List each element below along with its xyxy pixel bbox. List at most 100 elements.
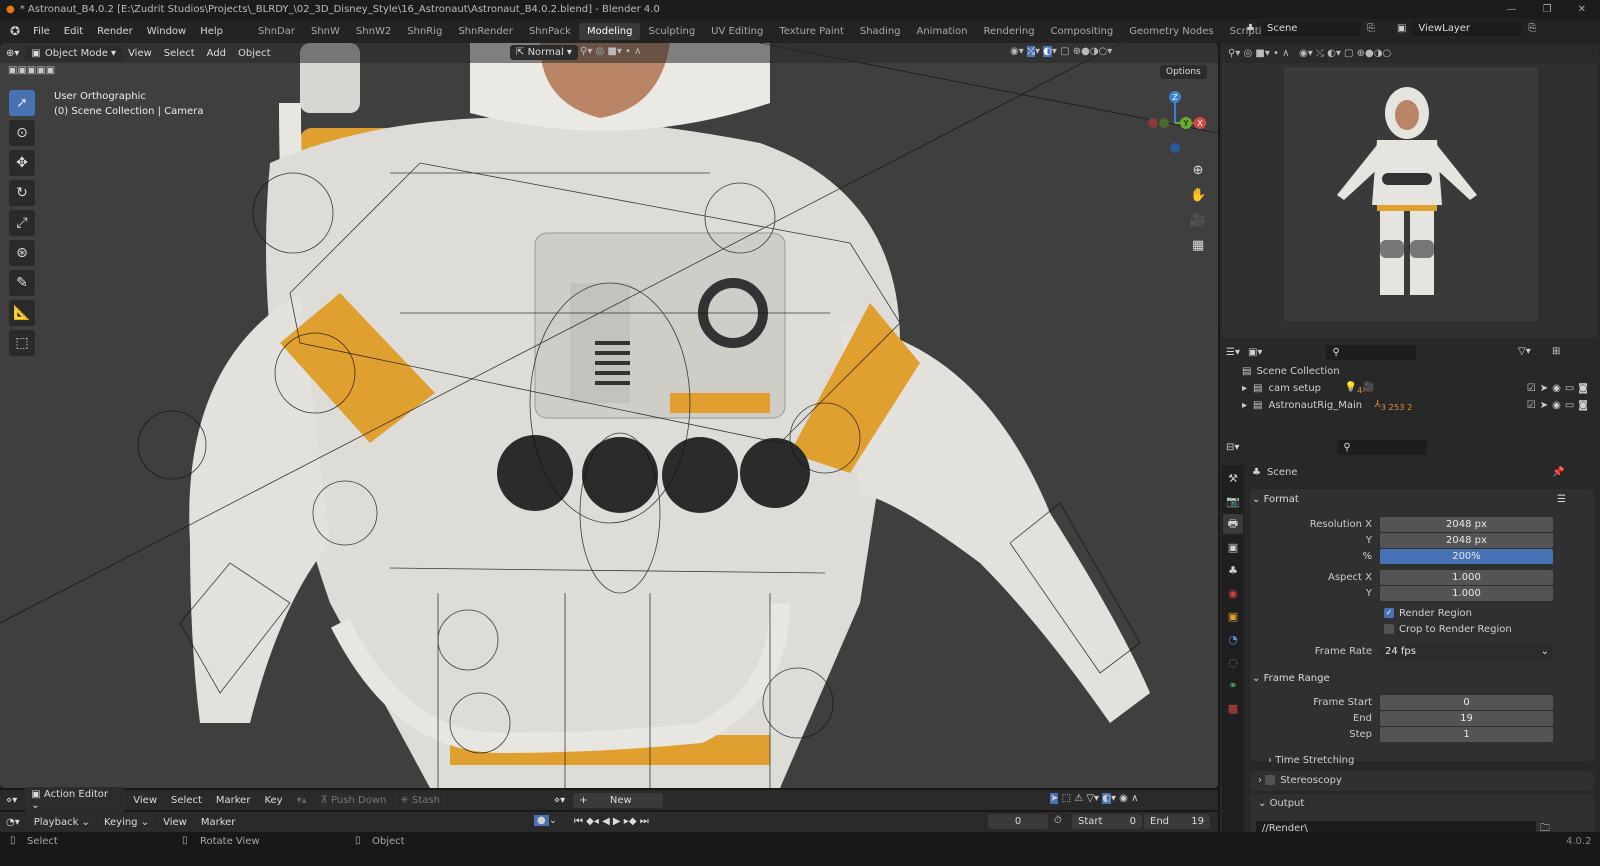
transform-orientation-dropdown[interactable]: ⇱ Normal ▾ xyxy=(510,45,578,60)
crop-to-render-region-checkbox[interactable]: Crop to Render Region xyxy=(1384,624,1512,635)
rotate-tool-icon[interactable]: ↻ xyxy=(9,180,35,206)
current-frame-field[interactable]: 0 xyxy=(988,814,1048,829)
resolution-x-field[interactable]: 2048 px xyxy=(1380,517,1553,532)
scene-collection-label[interactable]: Scene Collection xyxy=(1256,366,1339,377)
tab-compositing[interactable]: Compositing xyxy=(1043,23,1122,40)
editor-mode-dropdown[interactable]: ▣ Action Editor ⌄ xyxy=(25,787,126,813)
view-layer-selector[interactable]: ViewLayer xyxy=(1412,21,1523,36)
playback-controls[interactable]: ⏮ ◆◂ ◀ ▶ ▸◆ ⏭ xyxy=(568,814,655,829)
action-browse-icon[interactable]: ⋄▾ xyxy=(548,795,571,806)
menu-select[interactable]: Select xyxy=(158,48,201,59)
menu-object[interactable]: Object xyxy=(232,48,277,59)
menu-select[interactable]: Select xyxy=(165,795,208,806)
layer-arrows-icon[interactable]: ▾▴ xyxy=(291,795,313,806)
physics-tab-icon[interactable]: ◌ xyxy=(1223,652,1243,672)
stopwatch-icon[interactable]: ⏱ xyxy=(1054,815,1062,826)
view-layer-filter-icon[interactable]: ▣▾ xyxy=(1248,347,1262,358)
tab-uv-editing[interactable]: UV Editing xyxy=(703,23,771,40)
add-cube-tool-icon[interactable]: ⬚ xyxy=(9,330,35,356)
scene-selector[interactable]: Scene xyxy=(1260,21,1361,36)
render-tab-icon[interactable]: 📷 xyxy=(1223,491,1243,511)
tab-sculpting[interactable]: Sculpting xyxy=(640,23,703,40)
select-tool-icon[interactable]: ➚ xyxy=(9,90,35,116)
pin-icon[interactable]: 📌 xyxy=(1552,467,1564,478)
editor-type-icon[interactable]: ⊟▾ xyxy=(1226,442,1239,453)
menu-render[interactable]: Render xyxy=(90,26,140,37)
camera-view-icon[interactable]: 🎥 xyxy=(1190,208,1206,233)
outliner-row[interactable]: ▸ ▤ cam setup 💡4🎥 ☑➤◉▭◙ xyxy=(1242,382,1592,395)
menu-marker[interactable]: Marker xyxy=(195,817,242,828)
texture-tab-icon[interactable]: ▩ xyxy=(1223,698,1243,718)
world-tab-icon[interactable]: ◉ xyxy=(1223,583,1243,603)
tab-shndar[interactable]: ShnDar xyxy=(250,23,303,40)
timeline-clock-icon[interactable]: ◔▾ xyxy=(0,817,26,828)
scale-tool-icon[interactable]: ⤢ xyxy=(9,210,35,236)
annotate-tool-icon[interactable]: ✎ xyxy=(9,270,35,296)
render-region-checkbox[interactable]: ✓ Render Region xyxy=(1384,608,1472,619)
menu-window[interactable]: Window xyxy=(140,26,193,37)
3d-viewport[interactable]: ⊕▾ ▣ Object Mode ▾ View Select Add Object… xyxy=(0,43,1218,788)
mode-selector[interactable]: ▣ Object Mode ▾ xyxy=(25,45,123,61)
expand-arrow-icon[interactable]: ▸ xyxy=(1242,383,1247,394)
auto-keying-toggle[interactable]: ● ⌄ xyxy=(534,815,557,826)
aspect-x-field[interactable]: 1.000 xyxy=(1380,570,1553,585)
constraint-tab-icon[interactable]: ⚭ xyxy=(1223,675,1243,695)
preview-header-icons[interactable]: ⚲▾ ◎ ■▾ • ∧ ◉▾ ⤯ ◐▾ ▢ ⊕●◑○ xyxy=(1222,43,1598,63)
menu-view[interactable]: View xyxy=(122,48,158,59)
menu-view[interactable]: View xyxy=(127,795,163,806)
menu-marker[interactable]: Marker xyxy=(210,795,257,806)
menu-key[interactable]: Key xyxy=(258,795,288,806)
stash-button[interactable]: ✳ Stash xyxy=(394,792,446,808)
stereoscopy-panel-header[interactable]: › Stereoscopy xyxy=(1250,771,1594,791)
selection-mode-icons[interactable]: ▣▣▣▣▣ xyxy=(8,65,55,76)
pan-hand-icon[interactable]: ✋ xyxy=(1190,183,1206,208)
time-stretching-subpanel[interactable]: › Time Stretching xyxy=(1268,755,1354,766)
maximize-button[interactable]: ❐ xyxy=(1543,4,1552,15)
new-collection-icon[interactable]: ⊞ xyxy=(1552,346,1560,357)
snapping-icons[interactable]: ⚲▾ ◎ ■▾ • ∧ xyxy=(580,46,641,57)
menu-file[interactable]: File xyxy=(26,26,57,37)
frame-end-field[interactable]: 19 xyxy=(1380,711,1553,726)
frame-step-field[interactable]: 1 xyxy=(1380,727,1553,742)
tab-shading[interactable]: Shading xyxy=(852,23,909,40)
scene-tab-icon[interactable]: ♣ xyxy=(1223,560,1243,580)
tab-shnw[interactable]: ShnW xyxy=(303,23,348,40)
action-filter-icons[interactable]: ➤ ⬚ ⚠ ▽▾ ◐▾ ◉ ∧ xyxy=(1050,793,1138,804)
menu-help[interactable]: Help xyxy=(193,26,230,37)
dope-sheet-icon[interactable]: ⋄▾ xyxy=(0,795,23,806)
navigation-gizmo[interactable]: Z X Y xyxy=(1140,88,1210,158)
new-action-button[interactable]: + New xyxy=(573,792,664,808)
end-frame-field[interactable]: End 19 xyxy=(1144,814,1210,829)
modifier-tab-icon[interactable]: ◔ xyxy=(1223,629,1243,649)
resolution-y-field[interactable]: 2048 px xyxy=(1380,533,1553,548)
tab-modeling[interactable]: Modeling xyxy=(578,22,641,40)
blender-menu-icon[interactable]: ✪ xyxy=(0,24,26,38)
keying-dropdown[interactable]: Keying ⌄ xyxy=(97,814,156,830)
frame-start-field[interactable]: 0 xyxy=(1380,695,1553,710)
tab-shnpack[interactable]: ShnPack xyxy=(521,23,579,40)
frame-rate-dropdown[interactable]: 24 fps ⌄ xyxy=(1380,644,1553,659)
menu-view[interactable]: View xyxy=(157,817,193,828)
tab-geometry-nodes[interactable]: Geometry Nodes xyxy=(1121,23,1221,40)
visibility-toggles[interactable]: ☑➤◉▭◙ xyxy=(1527,383,1592,394)
options-dropdown[interactable]: Options xyxy=(1160,65,1207,79)
expand-arrow-icon[interactable]: ▸ xyxy=(1242,400,1247,411)
close-button[interactable]: ✕ xyxy=(1578,4,1586,15)
object-tab-icon[interactable]: ▣ xyxy=(1223,606,1243,626)
tab-texture-paint[interactable]: Texture Paint xyxy=(771,23,852,40)
tab-animation[interactable]: Animation xyxy=(909,23,976,40)
measure-tool-icon[interactable]: 📐 xyxy=(9,300,35,326)
frame-range-panel-header[interactable]: ⌄ Frame Range xyxy=(1252,673,1592,684)
new-view-layer-icon[interactable]: ⎘ xyxy=(1528,23,1536,34)
tab-shnrig[interactable]: ShnRig xyxy=(399,23,450,40)
outliner-row[interactable]: ▸ ▤ AstronautRig_Main ⅄3 253 2 ☑➤◉▭◙ xyxy=(1242,399,1592,412)
tab-shnrender[interactable]: ShnRender xyxy=(450,23,521,40)
minimize-button[interactable]: — xyxy=(1507,4,1517,15)
resolution-percent-field[interactable]: 200% xyxy=(1380,549,1553,564)
playback-dropdown[interactable]: Playback ⌄ xyxy=(27,814,96,830)
transform-tool-icon[interactable]: ⊛ xyxy=(9,240,35,266)
new-scene-icon[interactable]: ⎘ xyxy=(1367,23,1375,34)
perspective-grid-icon[interactable]: ▦ xyxy=(1190,233,1206,258)
visibility-toggles[interactable]: ☑➤◉▭◙ xyxy=(1527,400,1592,411)
menu-add[interactable]: Add xyxy=(201,48,232,59)
